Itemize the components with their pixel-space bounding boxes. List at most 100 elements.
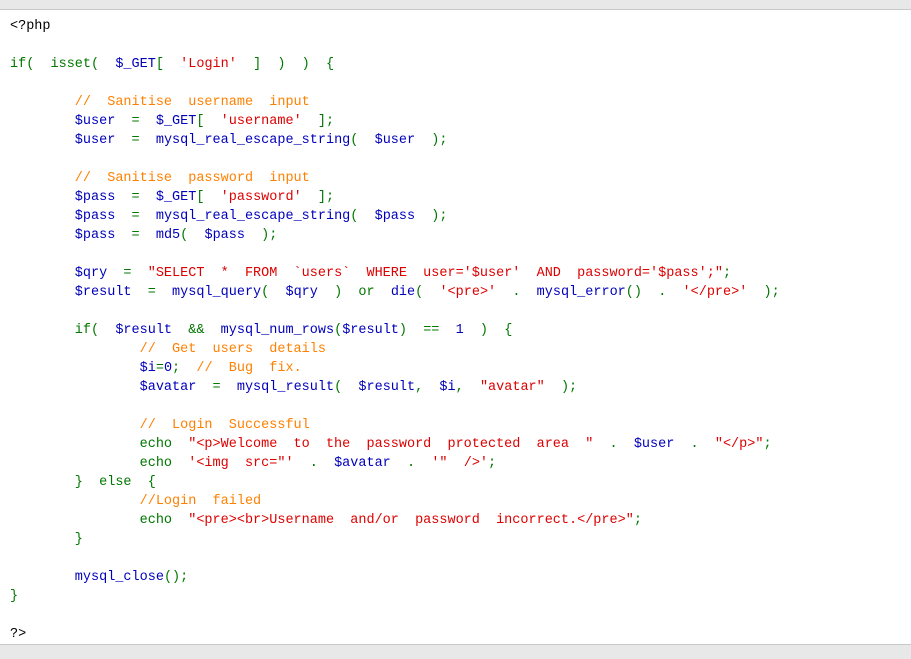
code-token: // Get users details: [10, 342, 326, 357]
code-token: 'username': [220, 114, 302, 129]
code-token: ;: [488, 456, 497, 471]
code-line: }: [10, 530, 780, 549]
code-token: '" />': [431, 456, 489, 471]
code-token: $qry: [285, 285, 318, 300]
code-token: .: [496, 285, 537, 300]
code-token: mysql_num_rows: [220, 323, 335, 338]
code-token: mysql_query: [172, 285, 262, 300]
code-token: () .: [625, 285, 683, 300]
code-token: (: [350, 133, 375, 148]
code-token: );: [544, 380, 578, 395]
code-token: $result: [342, 323, 399, 338]
code-token: echo: [10, 437, 189, 452]
code-token: '</pre>': [682, 285, 748, 300]
code-token: =: [196, 380, 237, 395]
code-line: // Get users details: [10, 340, 780, 359]
code-token: // Sanitise username input: [10, 95, 310, 110]
code-token: ;: [172, 361, 197, 376]
code-token: [: [196, 114, 221, 129]
code-token: =: [131, 285, 173, 300]
php-source-code: <?php if( isset( $_GET[ 'Login' ] ) ) { …: [10, 17, 780, 644]
code-token: =: [107, 266, 148, 281]
code-token: "<pre><br>Username and/or password incor…: [188, 513, 634, 528]
code-token: '<img src="': [188, 456, 294, 471]
code-token: $pass: [204, 228, 245, 243]
code-token: $user: [633, 437, 675, 452]
code-token: =: [115, 190, 156, 205]
code-line: echo '<img src="' . $avatar . '" />';: [10, 454, 780, 473]
code-token: if( isset(: [10, 57, 116, 72]
code-token: $pass: [10, 228, 116, 243]
code-token: mysql_error: [536, 285, 626, 300]
code-token: <?php: [10, 19, 51, 34]
code-line: if( isset( $_GET[ 'Login' ] ) ) {: [10, 55, 780, 74]
code-token: 1: [455, 323, 464, 338]
code-token: $_GET: [155, 190, 197, 205]
code-token: &&: [172, 323, 221, 338]
code-token: ] ) ) {: [236, 57, 335, 72]
code-line: mysql_close();: [10, 568, 780, 587]
code-token: $pass: [10, 209, 116, 224]
code-line: ?>: [10, 625, 780, 644]
code-token: =: [115, 228, 156, 243]
code-token: '<pre>': [439, 285, 497, 300]
code-token: =: [155, 361, 164, 376]
code-token: ) {: [463, 323, 513, 338]
code-token: (: [180, 228, 205, 243]
code-token: //Login failed: [10, 494, 262, 509]
code-token: $avatar: [10, 380, 197, 395]
code-token: ;: [633, 513, 642, 528]
code-token: [: [196, 190, 221, 205]
code-line: echo "<p>Welcome to the password protect…: [10, 435, 780, 454]
code-line: $pass = md5( $pass );: [10, 226, 780, 245]
code-token: .: [293, 456, 335, 471]
code-token: );: [415, 209, 448, 224]
code-token: die: [390, 285, 416, 300]
code-token: ?>: [10, 627, 27, 642]
code-token: } else {: [10, 475, 156, 490]
code-token: // Login Successful: [10, 418, 310, 433]
code-token: $_GET: [155, 114, 197, 129]
code-token: .: [390, 456, 432, 471]
code-token: $result: [358, 380, 416, 395]
code-line: echo "<pre><br>Username and/or password …: [10, 511, 780, 530]
code-line: // Sanitise password input: [10, 169, 780, 188]
code-token: .: [593, 437, 634, 452]
code-token: mysql_close: [10, 570, 164, 585]
code-token: ];: [301, 190, 335, 205]
code-token: ) or: [317, 285, 391, 300]
code-line: // Sanitise username input: [10, 93, 780, 112]
code-token: ;: [722, 266, 732, 281]
code-token: [: [155, 57, 181, 72]
code-token: $pass: [374, 209, 416, 224]
code-line: $pass = mysql_real_escape_string( $pass …: [10, 207, 780, 226]
code-token: );: [244, 228, 278, 243]
code-line: $i=0; // Bug fix.: [10, 359, 780, 378]
code-token: 0: [163, 361, 173, 376]
code-token: $pass: [10, 190, 116, 205]
code-line: $user = mysql_real_escape_string( $user …: [10, 131, 780, 150]
code-token: // Sanitise password input: [10, 171, 310, 186]
code-token: =: [115, 133, 156, 148]
code-token: ) ==: [398, 323, 456, 338]
code-token: .: [674, 437, 715, 452]
code-token: (: [350, 209, 375, 224]
code-token: mysql_real_escape_string: [155, 133, 351, 148]
code-token: $user: [374, 133, 416, 148]
code-token: "SELECT * FROM `users` WHERE user='$user…: [147, 266, 723, 281]
code-token: (: [334, 323, 343, 338]
code-line: <?php: [10, 17, 780, 36]
code-line: $result = mysql_query( $qry ) or die( '<…: [10, 283, 780, 302]
code-token: echo: [10, 456, 189, 471]
code-token: $result: [115, 323, 173, 338]
code-token: $qry: [10, 266, 108, 281]
code-token: (: [261, 285, 286, 300]
